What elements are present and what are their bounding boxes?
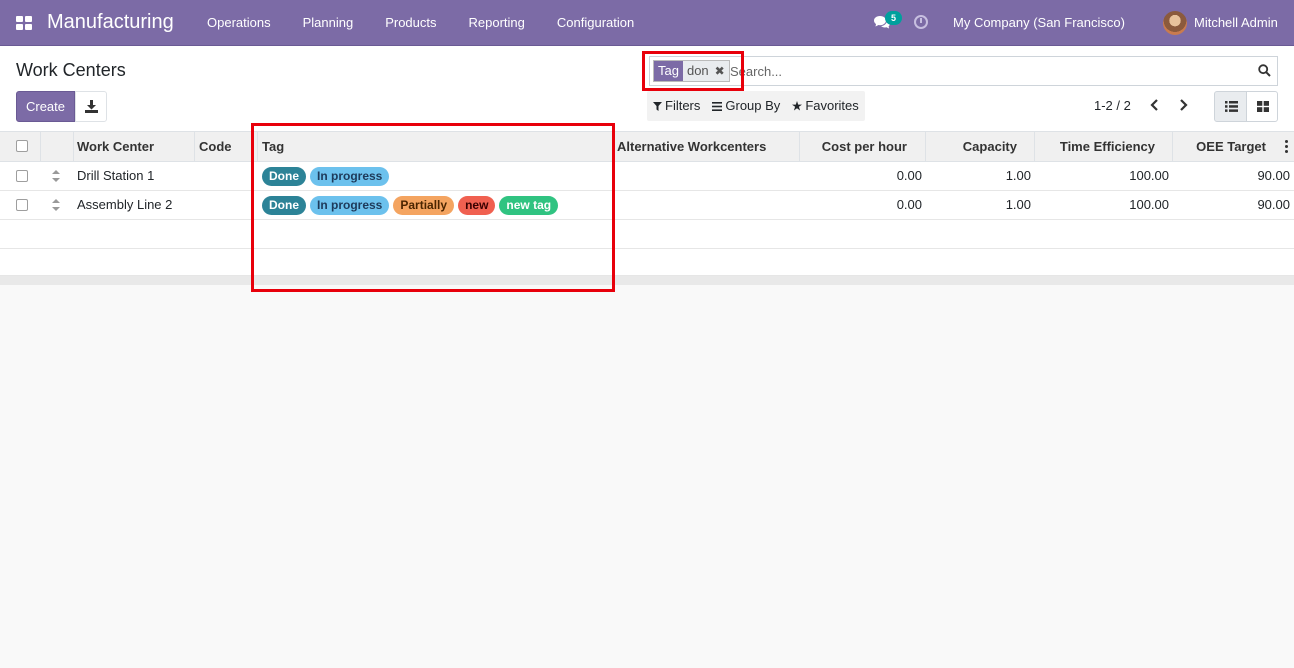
pager-value[interactable]: 1-2 / 2 [1094,98,1131,113]
top-navbar: Manufacturing Operations Planning Produc… [0,0,1294,46]
cell-alternative [613,191,800,220]
header-select-cell [0,132,41,162]
search-icon[interactable] [1258,64,1271,77]
menu-products[interactable]: Products [369,0,452,46]
facet-value-text: don [686,63,709,78]
group-by-label: Group By [725,98,781,113]
menu-reporting[interactable]: Reporting [453,0,541,46]
chevron-left-icon[interactable] [1148,97,1162,113]
filters-button[interactable]: Filters [647,91,706,121]
menu-planning[interactable]: Planning [287,0,370,46]
tag-badge: Done [262,196,306,215]
list-bars-icon [712,101,723,111]
empty-row [0,221,1294,249]
cell-code [195,191,258,220]
row-checkbox[interactable] [16,199,28,211]
cell-oee-target: 90.00 [1257,168,1290,183]
messages-count-badge: 5 [885,11,902,25]
horizontal-scrollbar[interactable] [0,276,1294,285]
tag-badge: In progress [310,167,390,186]
cell-oee-target: 90.00 [1257,197,1290,212]
tag-badge: new tag [499,196,559,215]
cell-tags: Done In progress Partially new new tag [262,196,560,215]
menu-operations[interactable]: Operations [191,0,287,46]
search-facet-tag: Tag don ✖ [653,60,730,82]
select-all-checkbox[interactable] [16,140,28,152]
search-options: Filters Group By Favorites [647,91,865,121]
apps-menu-icon[interactable] [16,16,32,31]
column-tag[interactable]: Tag [258,132,613,162]
facet-label: Tag [654,61,683,81]
company-switcher[interactable]: My Company (San Francisco) [953,15,1125,30]
cell-time-efficiency: 100.00 [1129,168,1169,183]
list-view-icon [1225,101,1238,112]
tag-badge: new [458,196,496,215]
favorites-button[interactable]: Favorites [786,91,864,121]
column-oee-target[interactable]: OEE Target [1173,132,1294,162]
table-row[interactable]: Drill Station 1 0.00 1.00 100.00 90.00 [0,162,1294,191]
user-menu[interactable]: Mitchell Admin [1194,15,1278,30]
export-button[interactable] [75,91,107,122]
chevron-right-icon[interactable] [1176,97,1190,113]
group-by-button[interactable]: Group By [706,91,786,121]
cell-work-center: Drill Station 1 [77,168,155,183]
cell-tags: Done In progress [262,167,391,186]
tag-badge: In progress [310,196,390,215]
filters-label: Filters [665,98,701,113]
column-work-center[interactable]: Work Center [73,132,195,162]
star-icon [792,101,803,111]
empty-row [0,249,1294,276]
facet-value: don ✖ [682,61,729,81]
main-menu: Operations Planning Products Reporting C… [191,0,650,46]
column-capacity[interactable]: Capacity [926,132,1035,162]
column-code[interactable]: Code [195,132,258,162]
cell-work-center: Assembly Line 2 [77,197,173,212]
cell-code [195,162,258,191]
cell-capacity: 1.00 [1005,197,1031,212]
optional-columns-icon[interactable] [1285,140,1288,153]
cell-cost-per-hour: 0.00 [896,168,922,183]
remove-facet-icon[interactable]: ✖ [715,61,725,81]
tag-badge: Partially [393,196,455,215]
control-panel: Work Centers Create Tag don ✖ Filters Gr… [0,46,1294,132]
column-alternative-workcenters[interactable]: Alternative Workcenters [613,132,800,162]
cell-cost-per-hour: 0.00 [896,197,922,212]
activity-clock-icon[interactable] [914,15,928,29]
drag-handle-icon[interactable] [52,170,60,182]
cell-alternative [613,162,800,191]
header-handle-cell [41,132,74,162]
search-bar[interactable]: Tag don ✖ [649,56,1278,86]
favorites-label: Favorites [805,98,859,113]
cell-time-efficiency: 100.00 [1129,197,1169,212]
filter-icon [653,101,662,111]
cell-capacity: 1.00 [1005,168,1031,183]
user-avatar[interactable] [1163,11,1187,35]
table-header: Work Center Code Tag Alternative Workcen… [0,132,1294,162]
create-button[interactable]: Create [16,91,75,122]
menu-configuration[interactable]: Configuration [541,0,650,46]
kanban-view-icon [1257,101,1269,112]
table-row[interactable]: Assembly Line 2 0.00 1.00 100.00 90.00 [0,191,1294,220]
search-input[interactable] [730,62,1250,80]
drag-handle-icon[interactable] [52,199,60,211]
column-cost-per-hour[interactable]: Cost per hour [800,132,926,162]
page-title: Work Centers [16,60,126,80]
tag-badge: Done [262,167,306,186]
app-brand[interactable]: Manufacturing [47,11,174,34]
work-centers-list: Work Center Code Tag Alternative Workcen… [0,132,1294,284]
row-checkbox[interactable] [16,170,28,182]
list-view-button[interactable] [1214,91,1247,122]
column-time-efficiency[interactable]: Time Efficiency [1035,132,1173,162]
kanban-view-button[interactable] [1246,91,1278,122]
download-icon [85,100,98,113]
